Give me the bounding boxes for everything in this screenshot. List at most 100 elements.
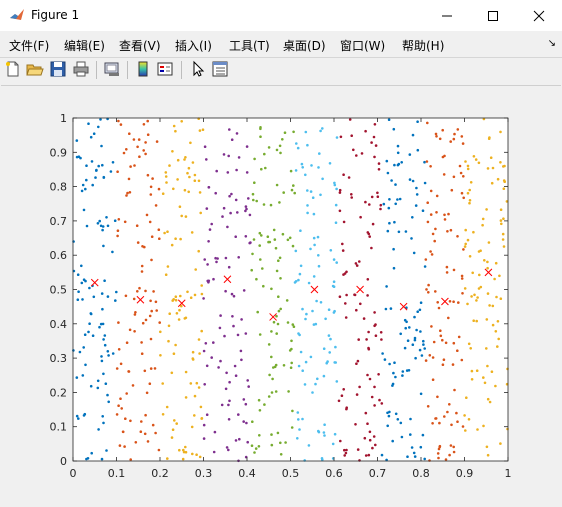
data-point: [391, 382, 395, 386]
data-point: [466, 302, 469, 306]
data-point: [92, 295, 96, 299]
data-point: [149, 185, 153, 189]
data-point: [171, 150, 174, 153]
data-point: [481, 217, 485, 221]
minimize-button[interactable]: [424, 0, 470, 31]
data-point: [479, 249, 482, 252]
link-plot-icon[interactable]: [103, 60, 121, 78]
data-point: [379, 203, 383, 207]
data-point: [314, 382, 317, 386]
y-tick-label: 0.7: [50, 215, 68, 228]
data-point: [222, 153, 226, 156]
data-point: [365, 338, 368, 341]
data-point: [354, 262, 358, 265]
data-point: [136, 145, 139, 149]
data-point: [186, 171, 189, 175]
new-figure-icon[interactable]: [4, 60, 22, 78]
data-point: [438, 421, 441, 425]
data-point: [323, 423, 326, 427]
data-point: [435, 194, 439, 198]
data-point: [445, 265, 449, 269]
data-point: [283, 131, 287, 134]
data-point: [460, 358, 464, 362]
property-inspector-icon[interactable]: [211, 60, 229, 78]
menu-desktop[interactable]: 桌面(D): [283, 37, 326, 54]
data-point: [394, 183, 397, 186]
data-point: [275, 314, 278, 318]
data-point: [296, 437, 299, 440]
data-point: [358, 385, 361, 389]
data-point: [258, 244, 262, 247]
data-point: [198, 191, 202, 194]
data-point: [270, 433, 273, 436]
data-point: [335, 380, 339, 383]
data-point: [443, 154, 446, 158]
scatter-plot[interactable]: 0 0.1 0.2 0.3 0.4 0.5 0.6 0.7 0.8 0.9 1 0 0.1 0.2 0.3 0…: [1, 86, 561, 507]
x-tick-label: 0: [70, 467, 77, 480]
data-point: [101, 163, 104, 167]
open-file-icon[interactable]: [26, 60, 44, 78]
maximize-button[interactable]: [470, 0, 516, 31]
menu-edit[interactable]: 编辑(E): [64, 37, 105, 54]
data-point: [97, 428, 100, 431]
data-point: [207, 186, 211, 189]
data-point: [333, 183, 337, 187]
data-point: [138, 155, 141, 158]
data-point: [499, 208, 503, 211]
data-point: [452, 137, 456, 141]
data-point: [374, 144, 378, 147]
legend-icon[interactable]: [156, 60, 174, 78]
menu-file[interactable]: 文件(F): [9, 37, 49, 54]
data-point: [317, 264, 321, 268]
data-point: [174, 298, 178, 302]
data-point: [358, 260, 361, 263]
data-point: [154, 431, 157, 435]
data-point: [213, 430, 217, 434]
data-point: [387, 118, 391, 121]
data-point: [431, 356, 435, 359]
data-point: [166, 230, 169, 233]
data-point: [436, 301, 440, 304]
menu-tools[interactable]: 工具(T): [229, 37, 270, 54]
data-point: [470, 295, 473, 298]
data-point: [370, 246, 373, 250]
data-point: [267, 395, 271, 398]
menu-window[interactable]: 窗口(W): [340, 37, 385, 54]
data-point: [415, 186, 418, 190]
data-point: [140, 264, 144, 268]
menu-view[interactable]: 查看(V): [119, 37, 161, 54]
data-point: [268, 373, 271, 377]
data-point: [230, 192, 233, 196]
data-point: [115, 413, 119, 416]
data-point: [292, 325, 296, 328]
data-point: [331, 442, 335, 446]
close-button[interactable]: [516, 0, 562, 31]
data-point: [483, 381, 487, 385]
save-icon[interactable]: [49, 60, 67, 78]
data-point: [384, 307, 388, 311]
colorbar-icon[interactable]: [134, 60, 152, 78]
data-point: [380, 338, 383, 341]
data-point: [290, 339, 293, 343]
data-point: [84, 363, 87, 367]
data-point: [116, 234, 119, 238]
data-point: [133, 330, 136, 333]
menu-overflow-arrow-icon[interactable]: ↘: [548, 38, 556, 49]
data-point: [408, 178, 412, 181]
menu-help[interactable]: 帮助(H): [402, 37, 444, 54]
data-point: [485, 208, 488, 211]
data-point: [276, 322, 280, 326]
data-point: [277, 309, 281, 313]
menu-insert[interactable]: 插入(I): [175, 37, 212, 54]
data-point: [373, 385, 376, 389]
data-point: [215, 260, 218, 264]
data-point: [258, 333, 262, 336]
data-point: [425, 160, 429, 163]
data-point: [456, 420, 459, 424]
data-point: [120, 407, 123, 410]
data-point: [493, 277, 496, 281]
x-tick-label: 0.1: [108, 467, 126, 480]
print-icon[interactable]: [72, 60, 90, 78]
pointer-icon[interactable]: [189, 60, 207, 78]
data-point: [476, 428, 479, 431]
